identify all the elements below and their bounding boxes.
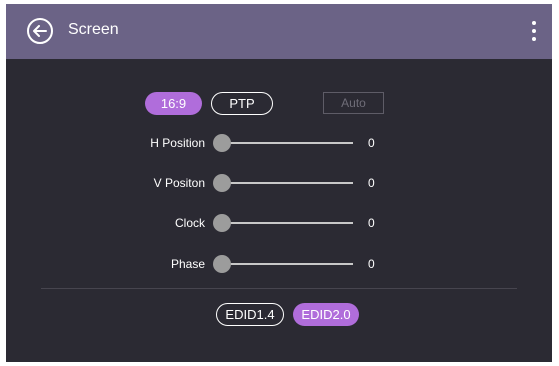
phase-slider-knob[interactable]: [213, 255, 231, 273]
back-button[interactable]: [27, 18, 53, 44]
more-vertical-icon[interactable]: [531, 21, 537, 41]
v-position-slider-track[interactable]: [220, 182, 353, 184]
clock-label: Clock: [174, 216, 205, 230]
aspect-16-9-button[interactable]: 16:9: [145, 92, 202, 115]
h-position-slider-track[interactable]: [220, 142, 353, 144]
page-title: Screen: [68, 21, 119, 38]
phase-value: 0: [368, 257, 375, 271]
clock-value: 0: [368, 216, 375, 230]
auto-button[interactable]: Auto: [323, 92, 384, 114]
v-position-value: 0: [368, 176, 375, 190]
h-position-slider-knob[interactable]: [213, 134, 231, 152]
h-position-label: H Position: [150, 136, 205, 150]
phase-slider-track[interactable]: [220, 263, 353, 265]
clock-slider-track[interactable]: [220, 222, 353, 224]
v-position-slider-knob[interactable]: [213, 174, 231, 192]
aspect-ptp-button[interactable]: PTP: [211, 92, 273, 115]
edid-1-4-button[interactable]: EDID1.4: [216, 303, 284, 326]
h-position-value: 0: [368, 136, 375, 150]
header-bar: Screen: [6, 4, 552, 59]
edid-2-0-button[interactable]: EDID2.0: [293, 303, 359, 326]
divider: [41, 288, 517, 289]
clock-slider-knob[interactable]: [213, 214, 231, 232]
phase-label: Phase: [170, 257, 205, 271]
screen-settings-panel: Screen 16:9 PTP Auto H Position 0 V Posi…: [6, 4, 552, 362]
back-arrow-icon: [33, 25, 47, 37]
v-position-label: V Positon: [153, 176, 205, 190]
